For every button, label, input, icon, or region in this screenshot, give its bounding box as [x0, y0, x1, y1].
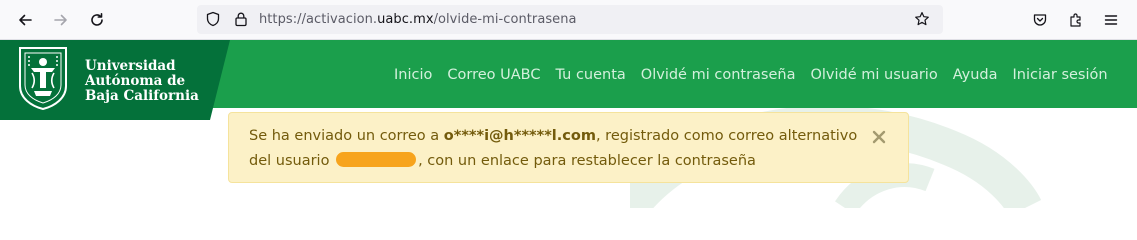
url-text[interactable]: https://activacion.uabc.mx/olvide-mi-con… [259, 12, 577, 27]
nav-iniciar-sesion[interactable]: Iniciar sesión [1013, 67, 1108, 83]
brand-line-1: Universidad [85, 58, 176, 74]
brand-line-3: Baja California [85, 88, 199, 104]
star-icon[interactable] [914, 11, 930, 27]
university-name: Universidad Autónoma de Baja California [85, 59, 199, 104]
reload-icon[interactable] [83, 6, 111, 34]
forward-arrow-icon[interactable] [47, 6, 75, 34]
close-icon[interactable] [872, 130, 886, 144]
back-arrow-icon[interactable] [11, 6, 39, 34]
main-content: Se ha enviado un correo a o****i@h*****l… [0, 108, 1137, 208]
nav-tu-cuenta[interactable]: Tu cuenta [555, 67, 625, 83]
site-header: Universidad Autónoma de Baja California … [0, 40, 1137, 120]
url-bar[interactable]: https://activacion.uabc.mx/olvide-mi-con… [197, 5, 943, 34]
nav-ayuda[interactable]: Ayuda [953, 67, 998, 83]
shield-icon[interactable] [205, 11, 221, 27]
brand-line-2: Autónoma de [85, 73, 186, 89]
alert-line-2: del usuario , con un enlace para restabl… [249, 152, 756, 169]
nav-olvide-contrasena[interactable]: Olvidé mi contraseña [641, 67, 796, 83]
redacted-username [336, 152, 417, 167]
alert-message: Se ha enviado un correo a o****i@h*****l… [228, 112, 909, 183]
nav-inicio[interactable]: Inicio [394, 67, 432, 83]
pocket-icon[interactable] [1026, 6, 1054, 34]
nav-correo-uabc[interactable]: Correo UABC [447, 67, 540, 83]
masked-email: o****i@h*****l.com [443, 128, 596, 144]
extensions-icon[interactable] [1062, 6, 1090, 34]
menu-icon[interactable] [1097, 6, 1125, 34]
main-nav: Inicio Correo UABC Tu cuenta Olvidé mi c… [394, 67, 1123, 83]
lock-icon[interactable] [233, 11, 249, 27]
alert-line-1: Se ha enviado un correo a o****i@h*****l… [249, 128, 858, 144]
uabc-shield-logo [19, 47, 67, 111]
nav-olvide-usuario[interactable]: Olvidé mi usuario [810, 67, 937, 83]
browser-toolbar: https://activacion.uabc.mx/olvide-mi-con… [0, 0, 1137, 40]
